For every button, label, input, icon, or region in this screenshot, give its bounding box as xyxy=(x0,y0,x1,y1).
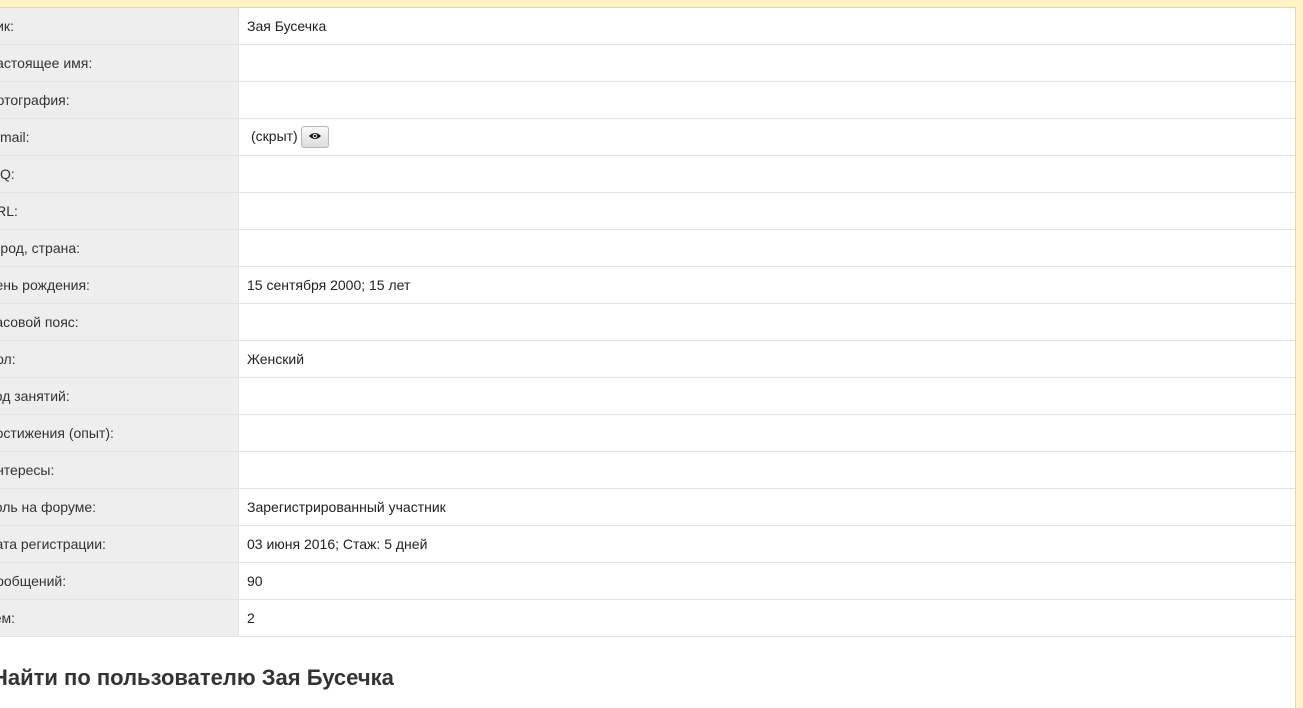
row-label: Настоящее имя: xyxy=(0,44,239,82)
real-name-value xyxy=(238,44,1295,82)
eye-icon xyxy=(308,133,321,139)
row-label: Роль на форуме: xyxy=(0,488,239,526)
table-row: Дата регистрации: 03 июня 2016; Стаж: 5 … xyxy=(0,525,1295,563)
row-label: Тем: xyxy=(0,599,239,637)
city-value xyxy=(238,229,1295,267)
row-label: День рождения: xyxy=(0,266,239,304)
table-row: Фотография: xyxy=(0,81,1295,119)
table-row: Род занятий: xyxy=(0,377,1295,415)
real-name-label: Настоящее имя: xyxy=(0,55,93,71)
achievements-label: Достижения (опыт): xyxy=(0,425,114,441)
table-row: Интересы: xyxy=(0,451,1295,489)
row-label: ICQ: xyxy=(0,155,239,193)
row-label: URL: xyxy=(0,192,239,230)
table-row: Настоящее имя: xyxy=(0,44,1295,82)
photo-value xyxy=(238,81,1295,119)
forum-role-value: Зарегистрированный участник xyxy=(238,488,1295,526)
table-row: Ник: Зая Бусечка xyxy=(0,8,1295,45)
city-label: Город, страна: xyxy=(0,240,81,256)
row-label: Дата регистрации: xyxy=(0,525,239,563)
profile-page: Ник: Зая Бусечка Настоящее имя: Фотограф… xyxy=(0,7,1296,708)
email-label: E-mail: xyxy=(0,129,30,145)
row-label: Сообщений: xyxy=(0,562,239,600)
achievements-value xyxy=(238,414,1295,452)
occupation-label: Род занятий: xyxy=(0,388,70,404)
birthday-value: 15 сентября 2000; 15 лет xyxy=(238,266,1295,304)
url-label: URL: xyxy=(0,203,18,219)
row-label: Род занятий: xyxy=(0,377,239,415)
search-by-user-heading: Найти по пользователю Зая Бусечка xyxy=(0,665,394,690)
registration-date-value: 03 июня 2016; Стаж: 5 дней xyxy=(238,525,1295,563)
table-row: E-mail: (скрыт) xyxy=(0,118,1295,156)
gender-label: Пол: xyxy=(0,351,16,367)
timezone-value xyxy=(238,303,1295,341)
table-row: Достижения (опыт): xyxy=(0,414,1295,452)
photo-label: Фотография: xyxy=(0,92,70,108)
table-row: Пол: Женский xyxy=(0,340,1295,378)
table-row: Роль на форуме: Зарегистрированный участ… xyxy=(0,488,1295,526)
row-label: E-mail: xyxy=(0,118,239,156)
row-label: Пол: xyxy=(0,340,239,378)
table-row: Сообщений: 90 xyxy=(0,562,1295,600)
icq-label: ICQ: xyxy=(0,166,15,182)
email-cell: (скрыт) xyxy=(238,118,1295,156)
interests-label: Интересы: xyxy=(0,462,55,478)
icq-value xyxy=(238,155,1295,193)
show-email-button[interactable] xyxy=(300,126,329,148)
table-row: ICQ: xyxy=(0,155,1295,193)
interests-value xyxy=(238,451,1295,489)
table-row: URL: xyxy=(0,192,1295,230)
registration-date-label: Дата регистрации: xyxy=(0,536,106,552)
profile-table: Ник: Зая Бусечка Настоящее имя: Фотограф… xyxy=(0,8,1295,637)
posts-value: 90 xyxy=(238,562,1295,600)
gender-value: Женский xyxy=(238,340,1295,378)
row-label: Город, страна: xyxy=(0,229,239,267)
nick-label: Ник: xyxy=(0,18,14,34)
posts-label: Сообщений: xyxy=(0,573,67,589)
row-label: Достижения (опыт): xyxy=(0,414,239,452)
table-row: День рождения: 15 сентября 2000; 15 лет xyxy=(0,266,1295,304)
topics-value: 2 xyxy=(238,599,1295,637)
birthday-label: День рождения: xyxy=(0,277,90,293)
table-row: Часовой пояс: xyxy=(0,303,1295,341)
row-label: Ник: xyxy=(0,8,239,45)
forum-role-label: Роль на форуме: xyxy=(0,499,97,515)
row-label: Часовой пояс: xyxy=(0,303,239,341)
row-label: Интересы: xyxy=(0,451,239,489)
table-row: Тем: 2 xyxy=(0,599,1295,637)
url-value xyxy=(238,192,1295,230)
nick-value: Зая Бусечка xyxy=(238,8,1295,45)
topics-label: Тем: xyxy=(0,610,16,626)
email-hidden-text: (скрыт) xyxy=(251,127,298,144)
table-row: Город, страна: xyxy=(0,229,1295,267)
occupation-value xyxy=(238,377,1295,415)
timezone-label: Часовой пояс: xyxy=(0,314,79,330)
row-label: Фотография: xyxy=(0,81,239,119)
